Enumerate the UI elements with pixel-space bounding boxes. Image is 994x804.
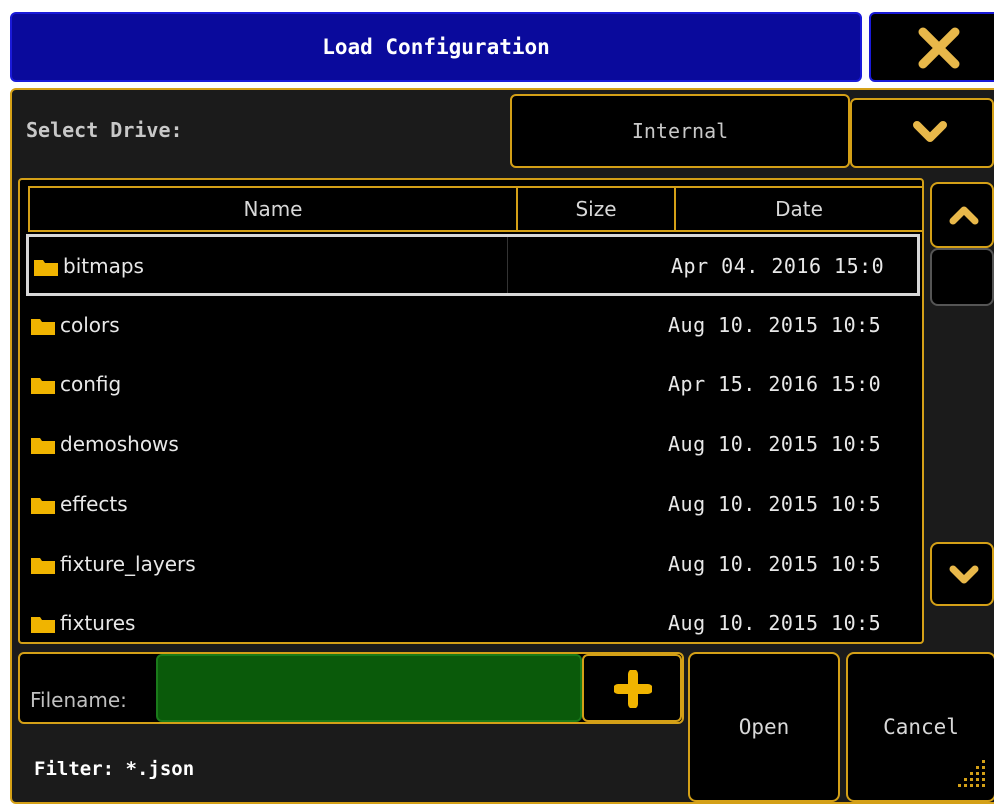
file-name: config [60,372,122,396]
add-button[interactable] [582,654,682,722]
file-name: fixture_layers [60,552,196,576]
scroll-down-button[interactable] [930,542,994,606]
file-row[interactable]: fixtures Aug 10. 2015 10:5 [26,594,922,642]
folder-icon [31,319,55,335]
file-row[interactable]: demoshows Aug 10. 2015 10:5 [26,415,922,473]
load-configuration-dialog: Load Configuration Select Drive: Interna… [0,0,994,804]
filename-label: Filename: [30,688,127,712]
file-date: Aug 10. 2015 10:5 [668,611,882,635]
plus-icon [614,670,652,708]
dialog-title: Load Configuration [322,35,550,59]
folder-icon [34,260,58,276]
column-header-name[interactable]: Name [28,186,518,232]
close-button[interactable] [869,12,994,82]
file-date: Aug 10. 2015 10:5 [668,313,882,337]
file-name: fixtures [60,611,136,635]
file-row[interactable]: fixture_layers Aug 10. 2015 10:5 [26,535,922,593]
folder-icon [31,558,55,574]
open-button-label: Open [738,715,790,739]
file-size-cell [507,237,508,293]
column-header-size[interactable]: Size [516,186,676,232]
folder-icon [31,617,55,633]
folder-icon [31,498,55,514]
chevron-down-icon [913,121,947,142]
resize-grip-icon[interactable] [958,756,988,796]
folder-icon [31,438,55,454]
scrollbar-thumb[interactable] [930,248,994,306]
file-date: Apr 04. 2016 15:0 [671,254,885,278]
file-row[interactable]: bitmaps Apr 04. 2016 15:0 [26,234,920,296]
file-date: Aug 10. 2015 10:5 [668,492,882,516]
chevron-up-icon [949,206,979,225]
close-icon [918,27,960,69]
drive-dropdown-button[interactable] [850,98,994,168]
file-row[interactable]: config Apr 15. 2016 15:0 [26,355,922,413]
open-button[interactable]: Open [688,652,840,802]
file-date: Aug 10. 2015 10:5 [668,552,882,576]
file-name: bitmaps [63,254,144,278]
file-row[interactable]: colors Aug 10. 2015 10:5 [26,296,922,354]
file-date: Aug 10. 2015 10:5 [668,432,882,456]
folder-icon [31,378,55,394]
file-list[interactable]: Name Size Date bitmaps Apr 04. 2016 15:0… [18,178,924,644]
filter-label: Filter: *.json [34,758,195,780]
file-row[interactable]: effects Aug 10. 2015 10:5 [26,475,922,533]
scroll-up-button[interactable] [930,182,994,248]
title-bar: Load Configuration [10,12,862,82]
select-drive-label: Select Drive: [26,118,183,142]
drive-value: Internal [631,119,729,143]
column-header-date[interactable]: Date [674,186,922,232]
scrollbar-track[interactable] [930,306,994,542]
file-name: colors [60,313,120,337]
filename-input[interactable] [156,654,582,722]
file-name: demoshows [60,432,179,456]
file-date: Apr 15. 2016 15:0 [668,372,882,396]
file-name: effects [60,492,128,516]
drive-select[interactable]: Internal [510,94,850,168]
cancel-button-label: Cancel [883,715,959,739]
chevron-down-icon [949,565,979,584]
